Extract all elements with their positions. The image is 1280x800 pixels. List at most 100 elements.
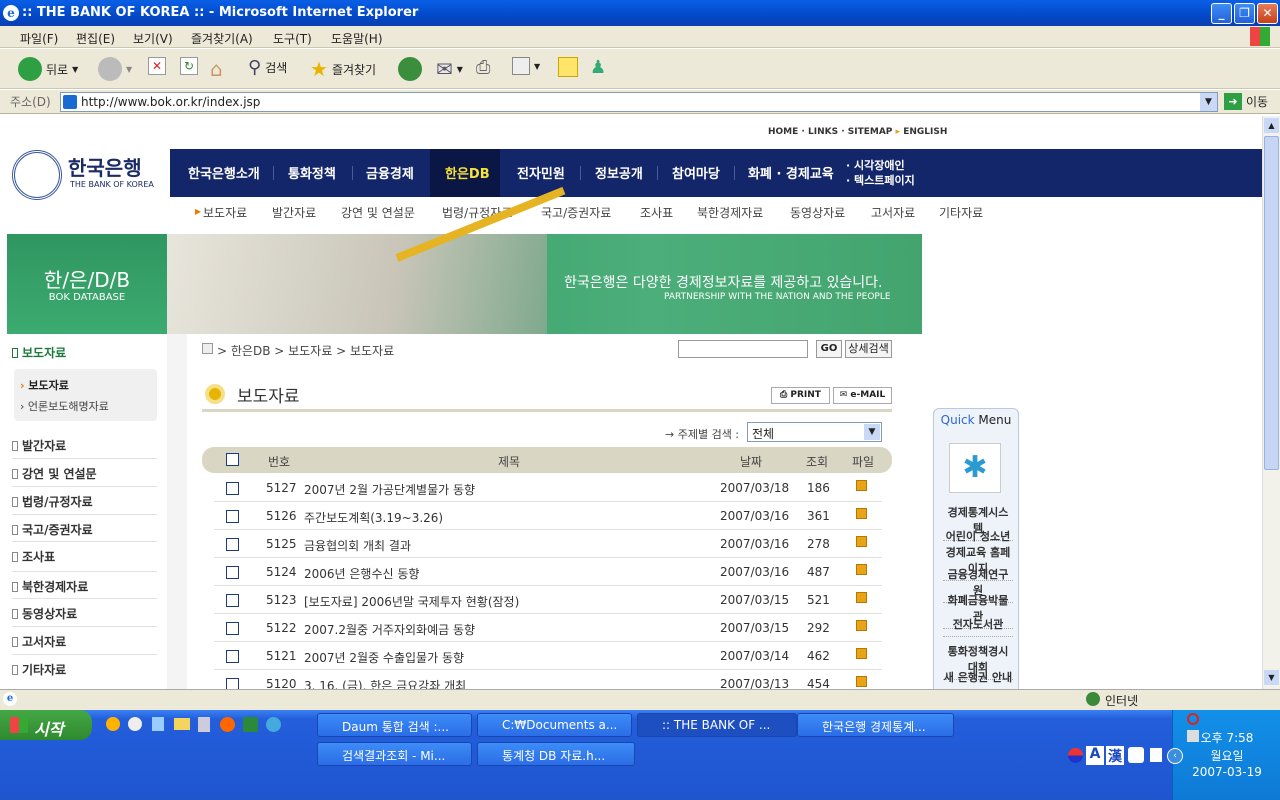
row-checkbox[interactable] [226,538,239,551]
task-explorer[interactable]: C:₩Documents a... [477,713,632,737]
nav-textpage[interactable]: · 텍스트페이지 [846,172,915,188]
refresh-button[interactable]: ↻ [180,57,198,75]
discuss-button[interactable] [558,57,578,77]
leftnav-northkorea[interactable]: 북한경제자료 [12,578,88,595]
row-checkbox[interactable] [226,594,239,607]
row-checkbox[interactable] [226,510,239,523]
file-download-icon[interactable] [856,480,867,491]
ime-mode-hanja[interactable]: 漢 [1106,746,1124,765]
table-row[interactable]: 5124 2006년 은행수신 동향 2007/03/16 487 [214,558,882,586]
task-search-results[interactable]: 검색결과조회 - Mi... [317,742,472,766]
quicklaunch-ie-icon[interactable] [128,717,142,731]
quick-menu-item[interactable]: 새 은행권 안내 [943,669,1013,689]
file-download-icon[interactable] [856,508,867,519]
nav-civil[interactable]: 전자민원 [517,163,565,182]
leftnav-title[interactable]: 보도자료 [12,344,66,361]
table-row[interactable]: 5121 2007년 2월중 수출입물가 동향 2007/03/14 462 [214,642,882,670]
table-row[interactable]: 5125 금융협의회 개최 결과 2007/03/16 278 [214,530,882,558]
print-button[interactable]: ⎙ PRINT [771,387,830,404]
print-button[interactable]: ⎙ [476,57,490,78]
table-row[interactable]: 5126 주간보도계획(3.19~3.26) 2007/03/16 361 [214,502,882,530]
subnav-publications[interactable]: 발간자료 [272,204,316,221]
row-title-link[interactable]: 2007년 2월 가공단계별물가 동향 [304,481,475,498]
app-green-icon[interactable] [243,717,258,732]
menu-file[interactable]: 파일(F) [20,30,58,47]
row-title-link[interactable]: 2007.2월중 거주자외화예금 동향 [304,621,475,638]
language-icon[interactable] [1068,748,1083,763]
leftnav-sub-press[interactable]: › 보도자료 [20,377,69,393]
messenger-button[interactable]: ♟ [590,57,606,78]
quick-menu-item[interactable]: 전자도서관 [943,616,1013,637]
subnav-other[interactable]: 기타자료 [939,204,983,221]
nav-about[interactable]: 한국은행소개 [188,163,260,182]
url-field[interactable]: http://www.bok.or.kr/index.jsp ▼ [60,92,1218,112]
blocked-icon[interactable] [1187,713,1199,725]
media-player-icon[interactable] [106,717,120,731]
table-row[interactable]: 5120 3. 16. (금), 한은 금요강좌 개최 2007/03/13 454 [214,670,882,689]
table-row[interactable]: 5122 2007.2월중 거주자외화예금 동향 2007/03/15 292 [214,614,882,642]
table-row[interactable]: 5127 2007년 2월 가공단계별물가 동향 2007/03/18 186 [214,474,882,502]
home-link[interactable]: HOME [768,127,798,137]
edit-button[interactable]: ▼ [512,57,540,75]
maximize-button[interactable]: ❐ [1234,3,1255,24]
statistics-icon[interactable]: ✱ [949,443,1001,493]
leftnav-survey[interactable]: 조사표 [12,548,55,565]
row-title-link[interactable]: 2006년 은행수신 동향 [304,565,419,582]
row-title-link[interactable]: 주간보도계획(3.19~3.26) [304,509,443,526]
email-button[interactable]: ✉ e-MAIL [833,387,892,404]
task-bok-stats[interactable]: 한국은행 경제통계... [797,713,954,737]
vertical-scrollbar[interactable]: ▲ ▼ [1262,116,1280,689]
help-icon[interactable] [1150,748,1162,762]
menu-tools[interactable]: 도구(T) [273,30,312,47]
folder-icon[interactable] [174,718,190,730]
go-button[interactable]: ➜ 이동 [1224,93,1268,110]
ime-tool-icon[interactable] [1128,747,1144,763]
close-button[interactable]: ✕ [1257,3,1278,24]
document-icon[interactable] [198,717,210,732]
mail-button[interactable]: ✉ ▼ [436,57,463,81]
row-checkbox[interactable] [226,482,239,495]
row-title-link[interactable]: 2007년 2월중 수출입물가 동향 [304,649,464,666]
history-button[interactable] [398,57,422,81]
leftnav-treasury[interactable]: 국고/증권자료 [12,521,93,538]
leftnav-speeches[interactable]: 강연 및 연설문 [12,465,97,482]
subnav-speeches[interactable]: 강연 및 연설문 [341,204,415,221]
app-orange-icon[interactable] [220,717,235,732]
row-checkbox[interactable] [226,678,239,689]
subnav-survey[interactable]: 조사표 [640,204,673,221]
row-checkbox[interactable] [226,622,239,635]
select-all-checkbox[interactable] [226,453,239,466]
leftnav-publications[interactable]: 발간자료 [12,437,66,454]
file-download-icon[interactable] [856,564,867,575]
file-download-icon[interactable] [856,592,867,603]
leftnav-video[interactable]: 동영상자료 [12,605,77,622]
row-checkbox[interactable] [226,650,239,663]
search-button[interactable]: ⚲ 검색 [248,57,287,78]
leftnav-oldbooks[interactable]: 고서자료 [12,633,66,650]
file-download-icon[interactable] [856,676,867,687]
leftnav-other[interactable]: 기타자료 [12,661,66,678]
links-link[interactable]: LINKS [808,127,838,137]
sitemap-link[interactable]: SITEMAP [848,127,893,137]
row-title-link[interactable]: [보도자료] 2006년말 국제투자 현황(잠정) [304,593,519,610]
menu-favorites[interactable]: 즐겨찾기(A) [191,30,253,47]
subnav-treasury[interactable]: 국고/증권자료 [541,204,611,221]
row-title-link[interactable]: 3. 16. (금), 한은 금요강좌 개최 [304,677,466,689]
start-button[interactable]: 시작 [0,710,92,740]
nav-finance[interactable]: 금융경제 [366,163,414,182]
nav-education[interactable]: 화폐 · 경제교육 [748,163,834,182]
row-title-link[interactable]: 금융협의회 개최 결과 [304,537,411,554]
dropdown-arrow-icon[interactable]: ▼ [1200,93,1217,111]
quicklaunch-app-icon[interactable] [152,717,164,731]
scroll-thumb[interactable] [1264,136,1279,470]
menu-help[interactable]: 도움말(H) [331,30,383,47]
task-kostat[interactable]: 통계청 DB 자료.h... [477,742,635,766]
stop-button[interactable]: ✕ [148,57,166,75]
nav-participation[interactable]: 참여마당 [672,163,720,182]
subnav-press[interactable]: 보도자료 [203,204,247,221]
back-button[interactable]: 뒤로 ▼ [18,57,78,81]
task-bok[interactable]: :: THE BANK OF ... [637,713,797,737]
menu-view[interactable]: 보기(V) [133,30,173,47]
file-download-icon[interactable] [856,620,867,631]
subject-filter-select[interactable]: 전체 ▼ [747,422,882,442]
